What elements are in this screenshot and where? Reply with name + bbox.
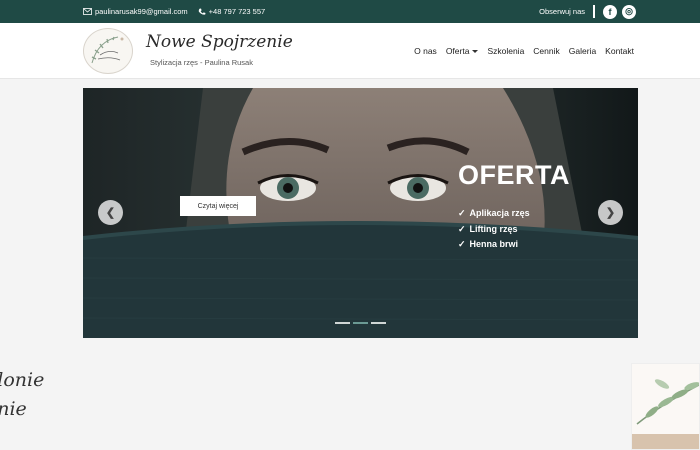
nav-cennik[interactable]: Cennik xyxy=(533,46,559,56)
nav-szkolenia[interactable]: Szkolenia xyxy=(487,46,524,56)
contact-info: paulinarusak99@gmail.com +48 797 723 557 xyxy=(83,0,265,23)
section-heading-line: enie xyxy=(0,398,27,420)
nav-o-nas[interactable]: O nas xyxy=(414,46,437,56)
divider xyxy=(593,5,595,18)
site-subtitle: Stylizacja rzęs - Paulina Rusak xyxy=(150,58,253,67)
top-bar: paulinarusak99@gmail.com +48 797 723 557… xyxy=(0,0,700,23)
email-item[interactable]: paulinarusak99@gmail.com xyxy=(83,7,188,16)
section-heading-line: elonie xyxy=(0,369,45,391)
offer-heading: OFERTA xyxy=(458,160,570,190)
phone-icon xyxy=(198,8,206,15)
offer-item: Henna brwi xyxy=(458,237,530,253)
follow-label: Obserwuj nas xyxy=(539,7,585,16)
email-text: paulinarusak99@gmail.com xyxy=(95,7,188,16)
caret-down-icon xyxy=(472,50,479,54)
carousel-indicator[interactable] xyxy=(371,322,386,324)
carousel-indicator[interactable] xyxy=(335,322,350,324)
site-title[interactable]: Nowe Spojrzenie xyxy=(146,32,293,52)
facebook-icon[interactable]: f xyxy=(603,4,617,19)
hero-image xyxy=(83,88,638,338)
mail-icon xyxy=(83,8,92,15)
section-heading: elonie enie xyxy=(0,366,44,424)
phone-text: +48 797 723 557 xyxy=(208,7,266,16)
main-nav: O nas Oferta Szkolenia Cennik Galeria Ko… xyxy=(414,23,634,79)
nav-kontakt[interactable]: Kontakt xyxy=(605,46,634,56)
offer-list: Aplikacja rzęs Lifting rzęs Henna brwi xyxy=(458,206,530,253)
site-header: Nowe Spojrzenie Stylizacja rzęs - Paulin… xyxy=(0,23,700,79)
nav-galeria[interactable]: Galeria xyxy=(569,46,596,56)
social-area: Obserwuj nas f ◎ xyxy=(539,0,636,23)
offer-item: Lifting rzęs xyxy=(458,222,530,238)
carousel-indicator[interactable] xyxy=(353,322,368,324)
carousel-next-button[interactable]: ❯ xyxy=(598,200,623,225)
carousel-prev-button[interactable]: ❮ xyxy=(98,200,123,225)
carousel-indicators xyxy=(335,322,386,324)
instagram-icon[interactable]: ◎ xyxy=(622,4,636,19)
nav-oferta[interactable]: Oferta xyxy=(446,46,479,56)
chevron-right-icon: ❯ xyxy=(605,207,616,219)
read-more-button[interactable]: Czytaj więcej xyxy=(180,196,256,216)
phone-item[interactable]: +48 797 723 557 xyxy=(198,7,266,16)
nav-oferta-label: Oferta xyxy=(445,46,470,56)
chevron-left-icon: ❮ xyxy=(105,207,116,219)
offer-item: Aplikacja rzęs xyxy=(458,206,530,222)
logo-image[interactable] xyxy=(83,28,133,74)
section-image xyxy=(631,363,700,450)
hero-carousel: ❮ ❯ Czytaj więcej OFERTA Aplikacja rzęs … xyxy=(83,88,638,338)
